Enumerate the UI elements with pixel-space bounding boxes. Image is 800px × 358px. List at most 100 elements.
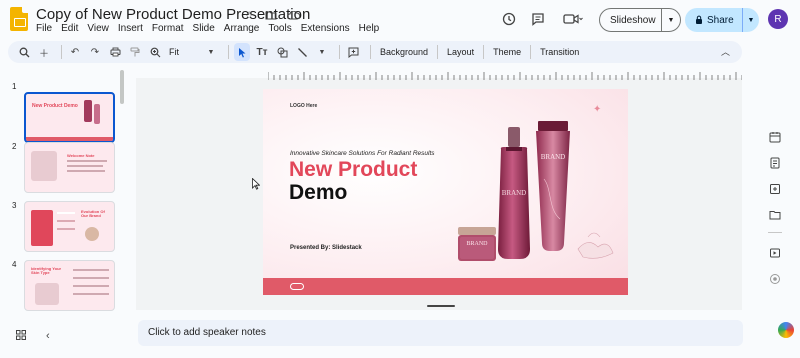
text-box-icon[interactable]: Tт [254, 43, 270, 61]
slideshow-dropdown-chevron-icon[interactable]: ▼ [662, 17, 680, 24]
jar-brand-label: BRAND [466, 241, 488, 247]
toolbar-divider [228, 45, 229, 59]
thumb-title: Evolution Of Our Brand [81, 209, 105, 219]
product-image[interactable]: BRAND BRAND BRAND [448, 119, 628, 279]
version-history-icon[interactable] [500, 10, 518, 28]
new-slide-icon[interactable]: ＋ [36, 43, 52, 61]
slide-filmstrip: 1 New Product Demo 2 Welcome Note 3 Evol… [0, 70, 126, 320]
logo-placeholder[interactable]: LOGO Here [290, 103, 317, 109]
calendar-icon[interactable] [768, 130, 782, 144]
share-main[interactable]: Share [685, 8, 743, 32]
slide-heading-line1[interactable]: New Product [289, 159, 417, 180]
lock-icon [696, 15, 702, 24]
side-panel-divider [768, 232, 782, 233]
slide-number: 1 [12, 82, 17, 91]
share-dropdown-chevron-icon[interactable]: ▼ [743, 17, 759, 24]
arrow-right-icon [290, 283, 304, 290]
thumb-text-line [73, 269, 109, 271]
toolbar: ＋ ↶ ↷ Fit ▼ Tт ▼ Background Layout Theme… [8, 41, 742, 63]
layout-button[interactable]: Layout [443, 47, 478, 57]
image-shape-icon[interactable] [274, 43, 290, 61]
notes-resize-handle[interactable] [427, 305, 455, 307]
share-button[interactable]: Share ▼ [685, 8, 759, 32]
paint-format-icon[interactable] [127, 43, 143, 61]
theme-button[interactable]: Theme [489, 47, 525, 57]
title-actions: ☆ [242, 8, 300, 22]
select-cursor-icon[interactable] [234, 43, 250, 61]
comments-icon[interactable] [529, 10, 547, 28]
cloud-saved-icon[interactable] [286, 8, 300, 22]
thumb-bottle [84, 100, 92, 122]
slideshow-label[interactable]: Slideshow [600, 9, 662, 31]
keep-notes-icon[interactable] [768, 156, 782, 170]
move-folder-icon[interactable] [264, 8, 278, 22]
slide-1-editor[interactable]: LOGO Here ✦ Innovative Skincare Solution… [263, 89, 628, 295]
toolbar-divider [339, 45, 340, 59]
zoom-icon[interactable] [147, 43, 163, 61]
insert-comment-icon[interactable] [345, 43, 361, 61]
toolbar-divider [437, 45, 439, 59]
slide-presenter[interactable]: Presented By: Slidestack [290, 245, 362, 251]
thumb-photo [35, 283, 59, 305]
sparkle-icon: ✦ [593, 104, 602, 115]
slide-thumbnail-2[interactable]: Welcome Note [24, 142, 115, 193]
menu-bar: File Edit View Insert Format Slide Arran… [36, 23, 379, 34]
target-icon[interactable] [768, 272, 782, 286]
slides-logo-icon[interactable] [10, 7, 28, 31]
slide-thumbnail-1[interactable]: New Product Demo [24, 92, 115, 143]
menu-view[interactable]: View [87, 23, 109, 34]
slide-thumbnail-4[interactable]: Identifying Your Skin Type [24, 260, 115, 311]
thumb-text-line [67, 165, 103, 167]
slide-tagline[interactable]: Innovative Skincare Solutions For Radian… [290, 150, 435, 157]
collapse-toolbar-chevron-icon[interactable]: ︿ [721, 45, 730, 58]
thumb-text-line [57, 220, 75, 222]
toolbar-divider [530, 45, 532, 59]
meet-call-icon[interactable] [562, 10, 584, 28]
account-avatar[interactable]: R [768, 9, 788, 29]
thumb-text-line [67, 160, 107, 162]
grid-view-icon[interactable] [16, 330, 26, 343]
thumb-title: Identifying Your Skin Type [31, 266, 62, 276]
thumb-block [31, 210, 53, 246]
slides-app: Copy of New Product Demo Presentation ☆ … [0, 0, 800, 358]
thumb-text-line [73, 285, 109, 287]
horizontal-ruler[interactable] [268, 72, 742, 80]
line-tool-icon[interactable] [294, 43, 310, 61]
transition-button[interactable]: Transition [536, 47, 583, 57]
menu-help[interactable]: Help [359, 23, 380, 34]
speaker-notes[interactable]: Click to add speaker notes [138, 320, 743, 346]
filmstrip-scrollbar[interactable] [120, 70, 124, 104]
zoom-dropdown-chevron-icon[interactable]: ▼ [203, 43, 219, 61]
drive-folder-icon[interactable] [768, 208, 782, 222]
menu-insert[interactable]: Insert [118, 23, 143, 34]
search-menus-icon[interactable] [16, 43, 32, 61]
menu-format[interactable]: Format [152, 23, 184, 34]
zoom-level-select[interactable]: Fit [169, 47, 179, 57]
menu-extensions[interactable]: Extensions [301, 23, 350, 34]
slides-tab-icon[interactable] [768, 246, 782, 260]
background-button[interactable]: Background [376, 47, 432, 57]
gemini-icon[interactable] [778, 322, 794, 338]
star-icon[interactable]: ☆ [242, 8, 256, 22]
menu-file[interactable]: File [36, 23, 52, 34]
slide-heading-line2[interactable]: Demo [289, 182, 347, 203]
menu-tools[interactable]: Tools [268, 23, 291, 34]
thumb-text-line [67, 170, 105, 172]
undo-icon[interactable]: ↶ [67, 43, 83, 61]
menu-arrange[interactable]: Arrange [224, 23, 260, 34]
bottle-brand-label: BRAND [502, 189, 527, 197]
redo-icon[interactable]: ↷ [87, 43, 103, 61]
thumb-text-line [57, 228, 75, 230]
menu-slide[interactable]: Slide [193, 23, 215, 34]
thumb-title: Welcome Note [67, 153, 95, 158]
thumb-footer [26, 137, 113, 141]
tasks-icon[interactable] [768, 182, 782, 196]
thumb-text-line [73, 277, 109, 279]
print-icon[interactable] [107, 43, 123, 61]
slide-number: 4 [12, 260, 17, 269]
slideshow-button[interactable]: Slideshow ▼ [599, 8, 681, 32]
line-dropdown-chevron-icon[interactable]: ▼ [314, 43, 330, 61]
collapse-filmstrip-chevron-icon[interactable]: ‹ [46, 330, 50, 343]
slide-thumbnail-3[interactable]: Evolution Of Our Brand [24, 201, 115, 252]
menu-edit[interactable]: Edit [61, 23, 78, 34]
